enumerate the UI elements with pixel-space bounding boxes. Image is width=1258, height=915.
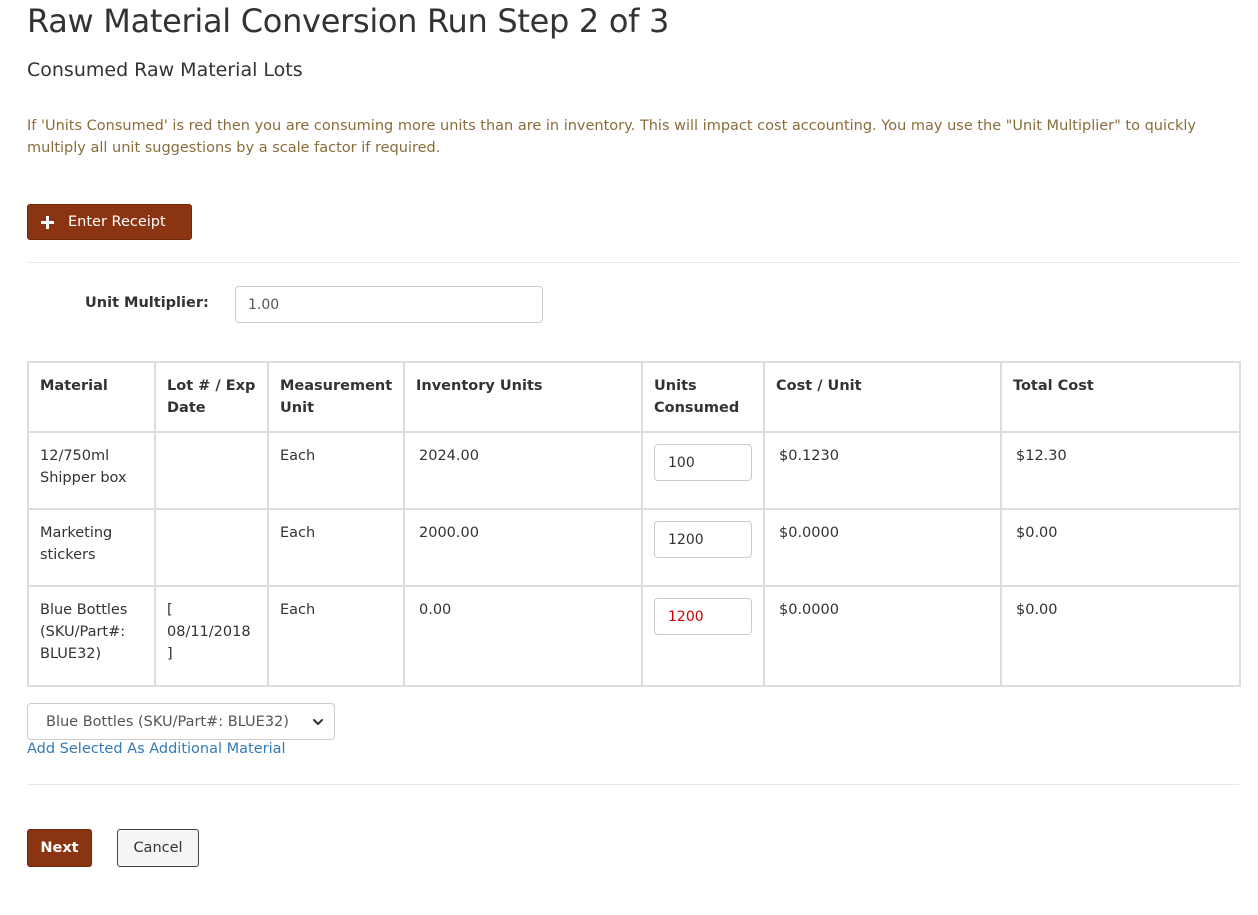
section-subtitle: Consumed Raw Material Lots bbox=[27, 59, 303, 81]
selected-material: Blue Bottles (SKU/Part#: BLUE32) bbox=[46, 713, 289, 730]
next-button[interactable]: Next bbox=[27, 829, 92, 867]
chevron-down-icon bbox=[313, 718, 323, 725]
cost-unit-cell: $0.0000 bbox=[763, 585, 1002, 687]
units-consumed-input-over[interactable] bbox=[654, 598, 752, 635]
material-cell: Marketing stickers bbox=[27, 508, 156, 587]
plus-icon bbox=[41, 215, 54, 229]
additional-material-select[interactable]: Blue Bottles (SKU/Part#: BLUE32) bbox=[27, 703, 335, 740]
inventory-cell: 2000.00 bbox=[403, 508, 643, 587]
consumed-cell bbox=[641, 431, 765, 510]
measurement-cell: Each bbox=[267, 431, 405, 510]
unit-multiplier-input[interactable] bbox=[235, 286, 543, 323]
units-consumed-input[interactable] bbox=[654, 444, 752, 481]
total-cost-cell: $0.00 bbox=[1000, 508, 1241, 587]
lot-cell bbox=[154, 508, 269, 587]
header-inventory-units: Inventory Units bbox=[403, 361, 643, 433]
add-additional-material-link[interactable]: Add Selected As Additional Material bbox=[27, 741, 286, 757]
lot-cell bbox=[154, 431, 269, 510]
unit-multiplier-label: Unit Multiplier: bbox=[85, 295, 209, 311]
cost-unit-cell: $0.1230 bbox=[763, 431, 1002, 510]
consumed-cell bbox=[641, 508, 765, 587]
divider bbox=[27, 262, 1239, 263]
table-header-row: Material Lot # / Exp Date Measurement Un… bbox=[27, 361, 1241, 433]
consumed-cell bbox=[641, 585, 765, 687]
table-row: Marketing stickers Each 2000.00 $0.0000 … bbox=[27, 508, 1241, 587]
header-material: Material bbox=[27, 361, 156, 433]
table-row: Blue Bottles (SKU/Part#: BLUE32) [ 08/11… bbox=[27, 585, 1241, 687]
inventory-cell: 0.00 bbox=[403, 585, 643, 687]
cancel-button[interactable]: Cancel bbox=[117, 829, 199, 867]
page-title: Raw Material Conversion Run Step 2 of 3 bbox=[27, 2, 670, 40]
warning-notice: If 'Units Consumed' is red then you are … bbox=[27, 118, 1196, 156]
enter-receipt-button[interactable]: Enter Receipt bbox=[27, 204, 192, 240]
header-lot: Lot # / Exp Date bbox=[154, 361, 269, 433]
inventory-cell: 2024.00 bbox=[403, 431, 643, 510]
total-cost-cell: $12.30 bbox=[1000, 431, 1241, 510]
measurement-cell: Each bbox=[267, 585, 405, 687]
total-cost-cell: $0.00 bbox=[1000, 585, 1241, 687]
enter-receipt-label: Enter Receipt bbox=[68, 214, 166, 230]
material-cell: Blue Bottles (SKU/Part#: BLUE32) bbox=[27, 585, 156, 687]
measurement-cell: Each bbox=[267, 508, 405, 587]
material-cell: 12/750ml Shipper box bbox=[27, 431, 156, 510]
header-total-cost: Total Cost bbox=[1000, 361, 1241, 433]
header-cost-unit: Cost / Unit bbox=[763, 361, 1002, 433]
lot-cell: [ 08/11/2018 ] bbox=[154, 585, 269, 687]
units-consumed-input[interactable] bbox=[654, 521, 752, 558]
cost-unit-cell: $0.0000 bbox=[763, 508, 1002, 587]
divider bbox=[27, 784, 1239, 785]
consumed-materials-table: Material Lot # / Exp Date Measurement Un… bbox=[27, 361, 1241, 687]
table-row: 12/750ml Shipper box Each 2024.00 $0.123… bbox=[27, 431, 1241, 510]
header-measurement-unit: Measurement Unit bbox=[267, 361, 405, 433]
header-units-consumed: Units Consumed bbox=[641, 361, 765, 433]
